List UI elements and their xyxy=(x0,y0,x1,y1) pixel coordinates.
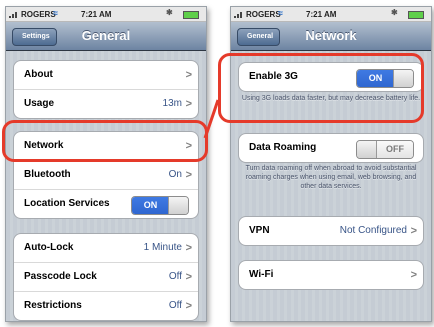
row-label: Passcode Lock xyxy=(24,271,97,282)
row-value: On xyxy=(168,169,182,180)
location-services-toggle[interactable]: ON xyxy=(131,196,189,215)
clock-label: 7:21 AM xyxy=(306,10,337,19)
chevron-right-icon: > xyxy=(185,69,192,81)
chevron-right-icon: > xyxy=(185,169,192,181)
row-label: Wi-Fi xyxy=(249,269,274,280)
page-title: General xyxy=(81,28,131,43)
enable-3g-toggle[interactable]: ON xyxy=(356,69,414,88)
signal-icon xyxy=(9,11,19,18)
row-data-roaming: Data Roaming OFF xyxy=(239,134,423,162)
chevron-right-icon: > xyxy=(410,225,417,237)
chevron-right-icon: > xyxy=(185,140,192,152)
nav-bar: General Network xyxy=(231,22,431,51)
toggle-state: ON xyxy=(132,197,169,214)
status-bar: ROGERS ≈ 7:21 AM ✱ xyxy=(6,7,206,22)
carrier-label: ROGERS xyxy=(21,10,56,19)
battery-icon xyxy=(183,11,199,19)
row-usage[interactable]: Usage 13m > xyxy=(14,90,198,118)
row-label: Usage xyxy=(24,98,55,109)
status-bar: ROGERS ≈ 7:21 AM ✱ xyxy=(231,7,431,22)
bluetooth-icon: ✱ xyxy=(166,8,173,17)
wifi-group: Wi-Fi > xyxy=(238,260,424,290)
toggle-knob xyxy=(168,197,188,214)
row-label: Network xyxy=(24,140,64,151)
data-roaming-note: Turn data roaming off when abroad to avo… xyxy=(245,165,417,190)
carrier-label: ROGERS xyxy=(246,10,281,19)
chevron-right-icon: > xyxy=(185,271,192,283)
enable-3g-group: Enable 3G ON xyxy=(238,62,424,92)
row-vpn[interactable]: VPN Not Configured > xyxy=(239,217,423,245)
settings-group-2: Network > Bluetooth On > Location Servic… xyxy=(13,131,199,219)
clock-label: 7:21 AM xyxy=(81,10,112,19)
toggle-state: ON xyxy=(357,70,394,87)
toggle-knob xyxy=(393,70,413,87)
general-screen: ROGERS ≈ 7:21 AM ✱ Settings General Abou… xyxy=(5,6,207,322)
battery-icon xyxy=(408,11,424,19)
row-value: Not Configured xyxy=(339,225,407,236)
wifi-icon: ≈ xyxy=(53,8,58,18)
row-enable-3g: Enable 3G ON xyxy=(239,63,423,91)
vpn-group: VPN Not Configured > xyxy=(238,216,424,246)
chevron-right-icon: > xyxy=(185,242,192,254)
row-value: 1 Minute xyxy=(143,242,182,253)
row-network[interactable]: Network > xyxy=(14,132,198,161)
toggle-state: OFF xyxy=(377,141,413,158)
data-roaming-group: Data Roaming OFF xyxy=(238,133,424,163)
row-label: Bluetooth xyxy=(24,169,71,180)
bluetooth-icon: ✱ xyxy=(391,8,398,17)
row-value: Off xyxy=(168,271,182,282)
chevron-right-icon: > xyxy=(410,269,417,281)
network-screen: ROGERS ≈ 7:21 AM ✱ General Network Enabl… xyxy=(230,6,432,322)
wifi-icon: ≈ xyxy=(278,8,283,18)
row-label: Location Services xyxy=(24,198,110,209)
data-roaming-toggle[interactable]: OFF xyxy=(356,140,414,159)
row-label: About xyxy=(24,69,53,80)
signal-icon xyxy=(234,11,244,18)
row-label: Restrictions xyxy=(24,300,82,311)
row-label: Auto-Lock xyxy=(24,242,74,253)
row-about[interactable]: About > xyxy=(14,61,198,90)
row-bluetooth[interactable]: Bluetooth On > xyxy=(14,161,198,190)
enable-3g-note: Using 3G loads data faster, but may decr… xyxy=(241,95,421,102)
row-location-services: Location Services ON xyxy=(14,190,198,218)
row-label: Data Roaming xyxy=(249,142,317,153)
row-label: Enable 3G xyxy=(249,71,298,82)
row-auto-lock[interactable]: Auto-Lock 1 Minute > xyxy=(14,234,198,263)
settings-group-1: About > Usage 13m > xyxy=(13,60,199,119)
row-value: 13m xyxy=(162,98,182,109)
row-value: Off xyxy=(168,300,182,311)
row-wifi[interactable]: Wi-Fi > xyxy=(239,261,423,289)
chevron-right-icon: > xyxy=(185,300,192,312)
page-title: Network xyxy=(305,28,357,43)
settings-group-3: Auto-Lock 1 Minute > Passcode Lock Off >… xyxy=(13,233,199,321)
row-passcode-lock[interactable]: Passcode Lock Off > xyxy=(14,263,198,292)
toggle-knob xyxy=(357,141,377,158)
row-label: VPN xyxy=(249,225,270,236)
nav-bar: Settings General xyxy=(6,22,206,51)
chevron-right-icon: > xyxy=(185,98,192,110)
row-restrictions[interactable]: Restrictions Off > xyxy=(14,292,198,320)
